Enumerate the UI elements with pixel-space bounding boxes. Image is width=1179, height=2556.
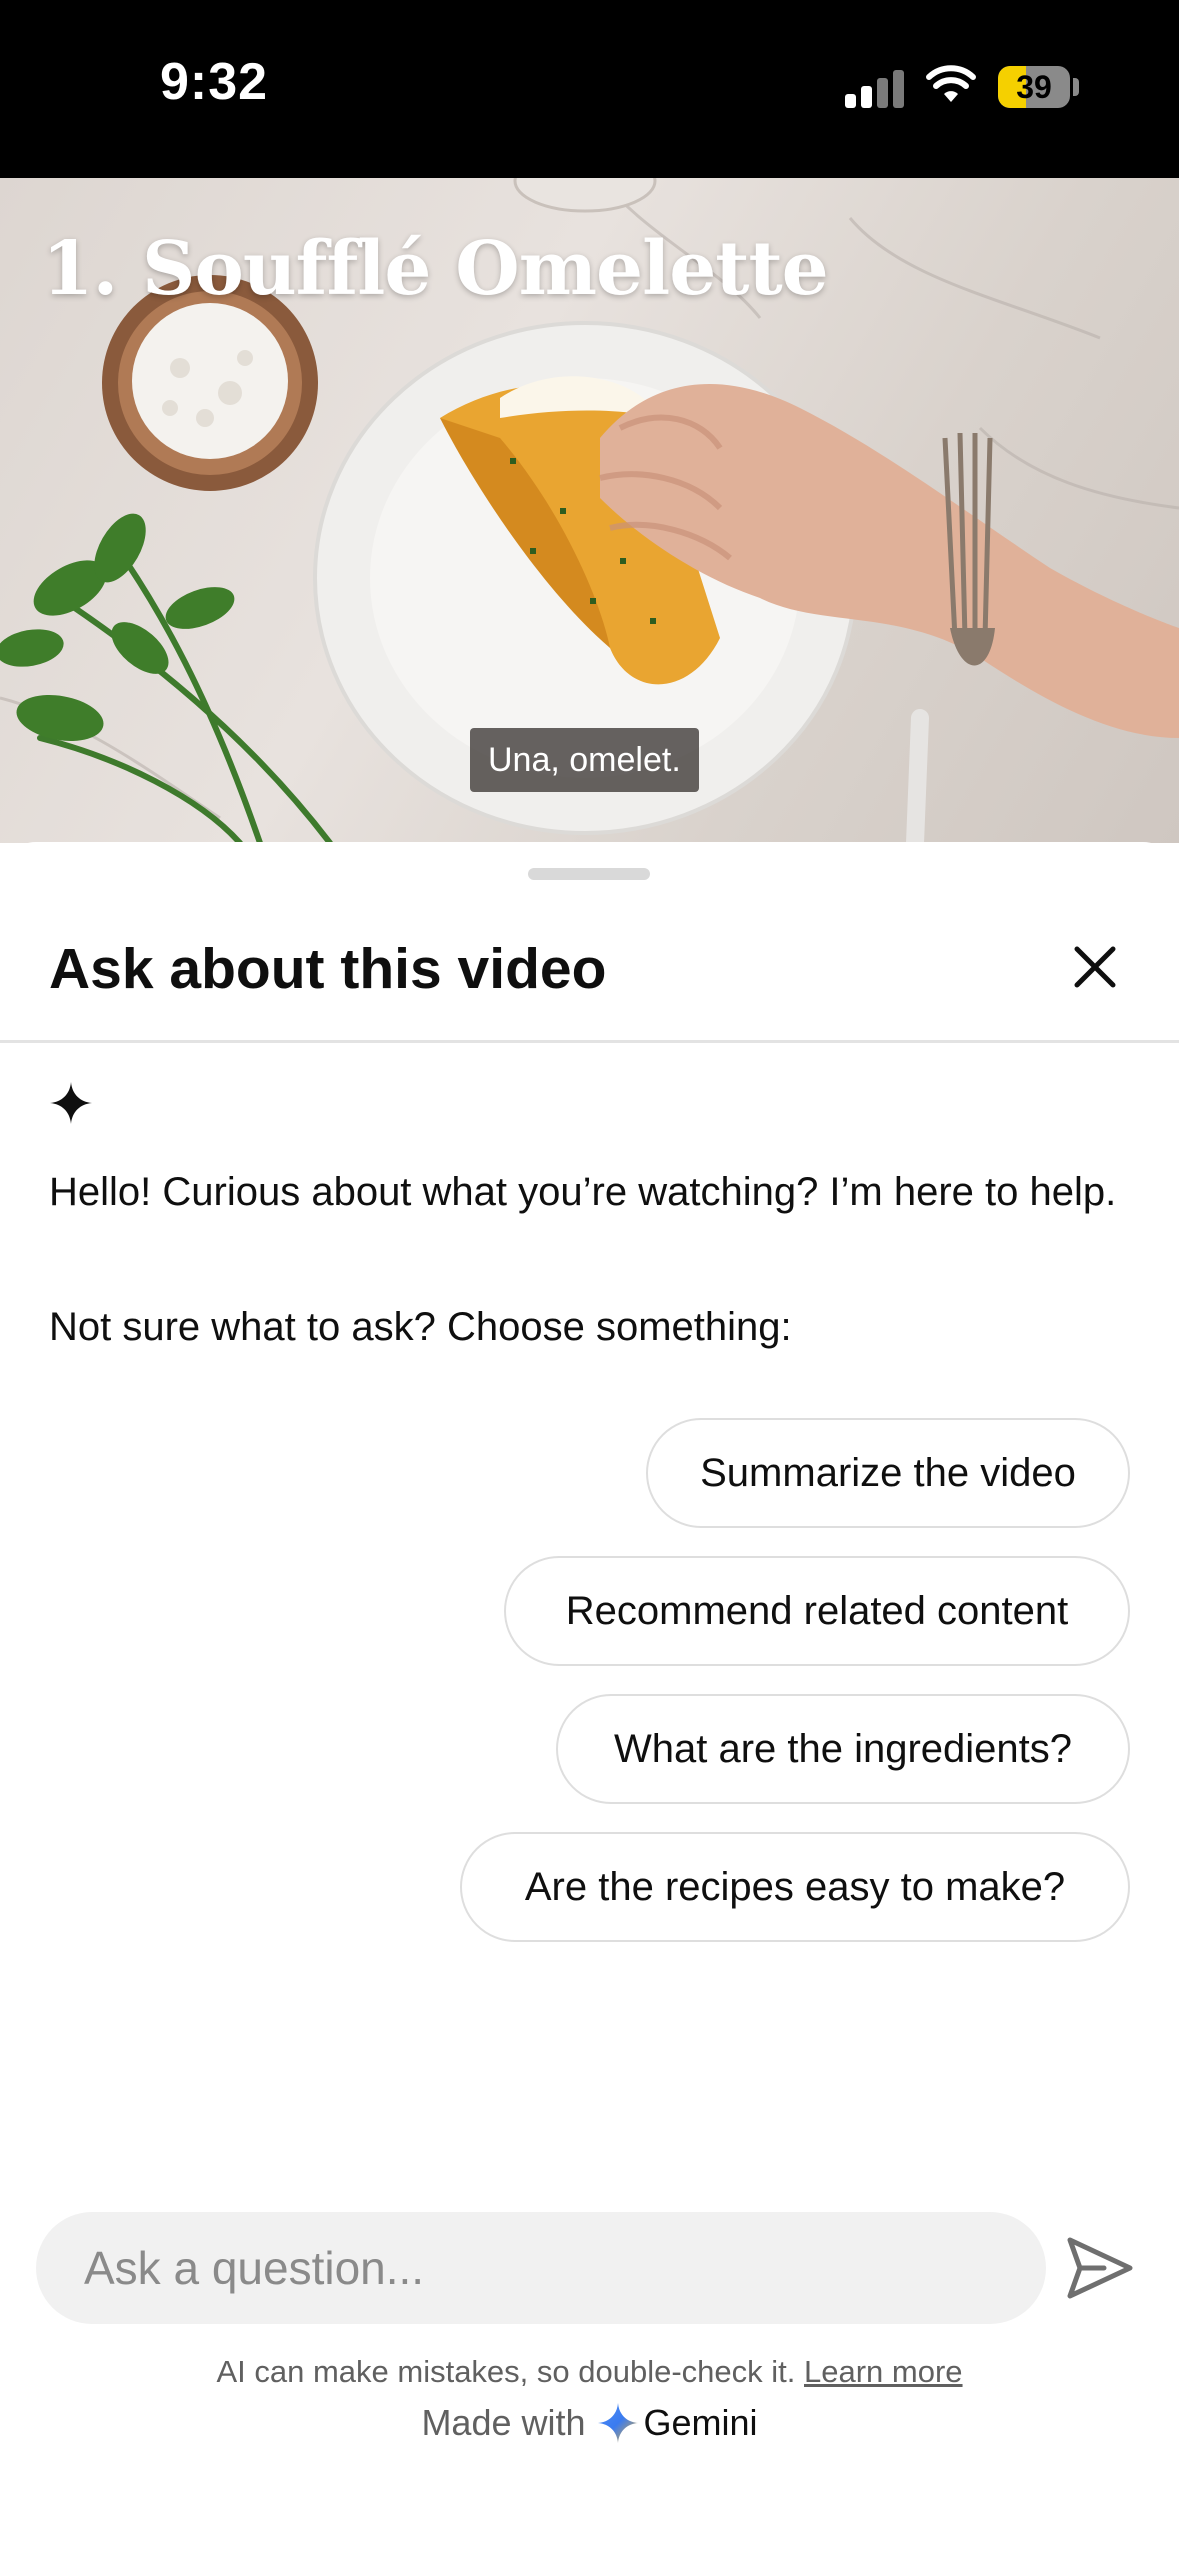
disclaimer-text: AI can make mistakes, so double-check it… [216,2354,796,2389]
made-with-label: Made with [421,2402,586,2443]
status-time: 9:32 [160,53,269,111]
battery-nub [1073,78,1079,96]
ai-disclaimer: AI can make mistakes, so double-check it… [0,2354,1179,2390]
gemini-brand-name: Gemini [643,2402,758,2443]
video-player[interactable]: 1. Soufflé Omelette Una, omelet. [0,178,1179,843]
suggestion-chip-summarize[interactable]: Summarize the video [646,1418,1130,1528]
ask-about-video-sheet: Ask about this video Hello! Curious abou… [0,842,1179,2556]
suggestion-chip-recommend[interactable]: Recommend related content [504,1556,1130,1666]
battery-icon: 39 [998,66,1070,108]
suggestion-chip-recipes-easy[interactable]: Are the recipes easy to make? [460,1832,1130,1942]
close-icon [1074,946,1116,988]
sparkle-icon [50,1082,92,1124]
send-icon[interactable] [1064,2232,1136,2304]
battery-level: 39 [1016,68,1052,105]
gemini-icon [597,2403,638,2443]
video-title: 1. Soufflé Omelette [42,226,829,312]
assistant-greeting: Hello! Curious about what you’re watchin… [49,1170,1117,1214]
cellular-signal-icon [845,68,905,108]
video-caption: Una, omelet. [470,728,699,792]
assistant-prompt: Not sure what to ask? Choose something: [49,1305,792,1349]
ask-question-input[interactable] [36,2212,1046,2324]
sheet-title: Ask about this video [49,937,607,1001]
learn-more-link[interactable]: Learn more [804,2354,963,2389]
made-with-gemini: Made with Gemini [0,2402,1179,2444]
wifi-icon [926,65,976,102]
status-bar: 9:32 39 [0,0,1179,178]
sheet-divider [0,1040,1179,1043]
suggestion-chip-ingredients[interactable]: What are the ingredients? [556,1694,1130,1804]
close-button[interactable] [1060,932,1130,1002]
drag-handle[interactable] [528,868,650,880]
